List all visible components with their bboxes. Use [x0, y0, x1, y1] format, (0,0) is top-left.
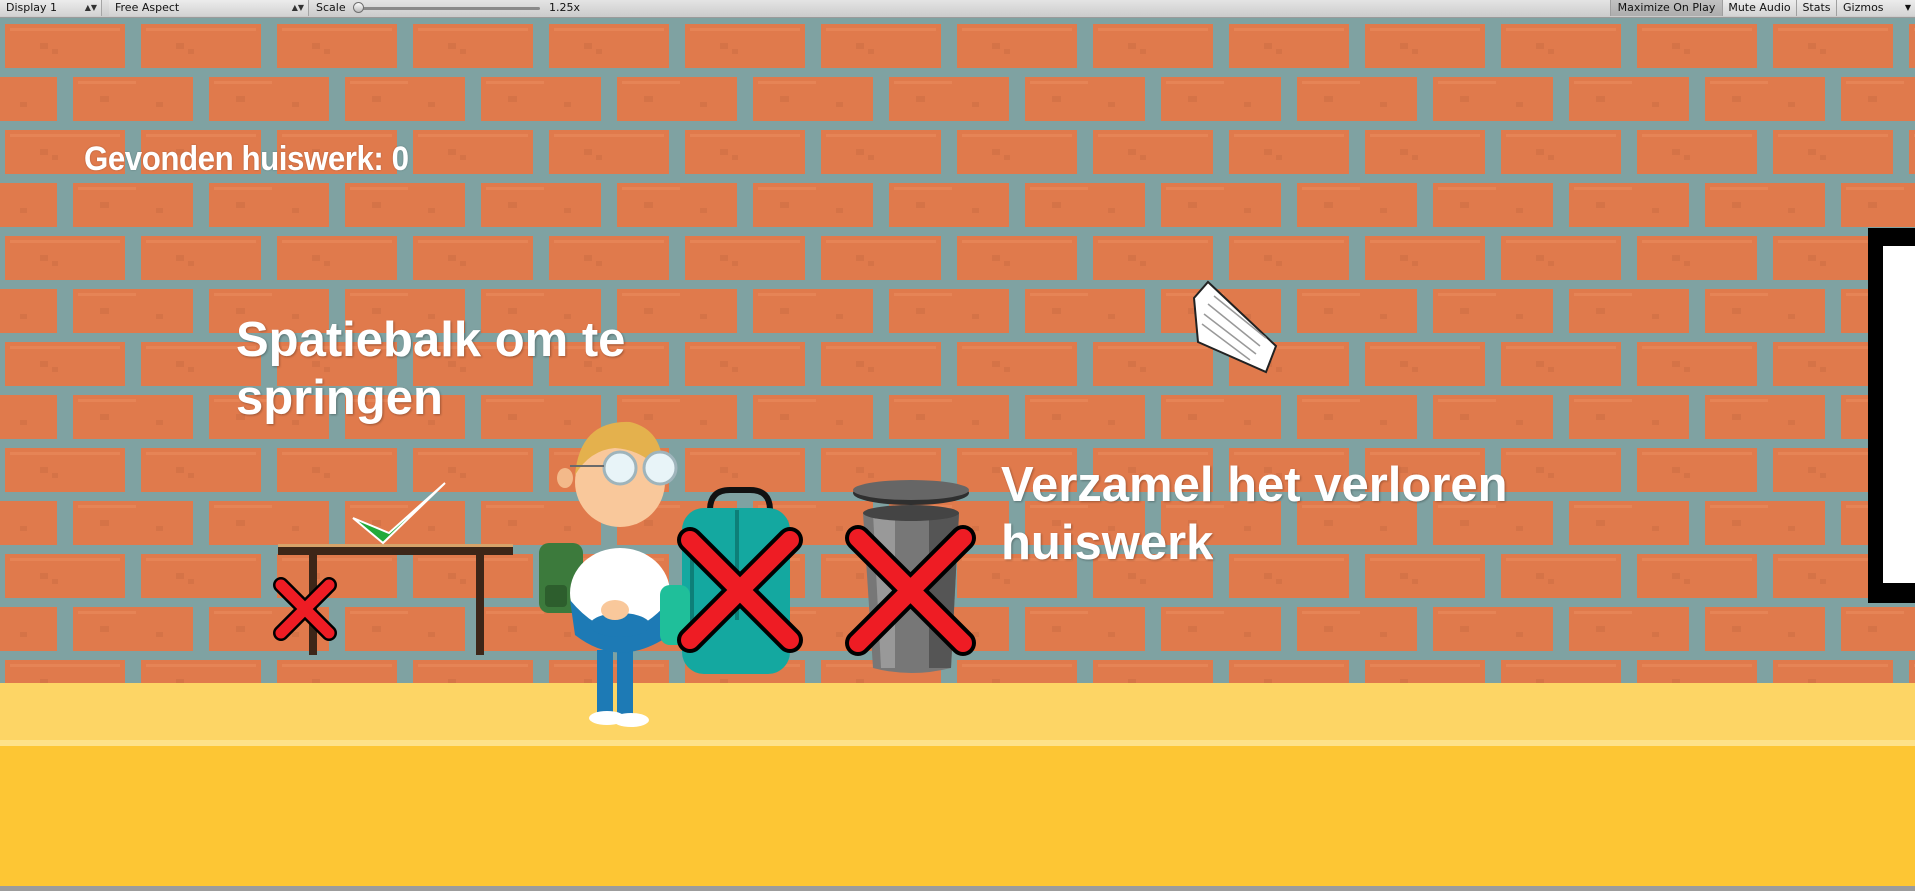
schoolbag-obstacle	[660, 487, 803, 674]
gizmos-dropdown[interactable]: Gizmos ▼	[1836, 0, 1915, 16]
floor-bottom	[0, 746, 1915, 886]
door-frame	[1868, 228, 1915, 603]
chevron-down-icon: ▼	[1904, 3, 1911, 12]
red-cross-icon	[273, 577, 337, 641]
dropdown-arrows-icon: ▲▼	[291, 3, 304, 12]
aspect-dropdown[interactable]: Free Aspect ▲▼	[109, 0, 309, 16]
aspect-dropdown-label: Free Aspect	[115, 1, 180, 14]
homework-paper-icon	[1192, 280, 1278, 374]
checkmark-icon	[352, 482, 446, 545]
score-text: Gevonden huiswerk: 0	[84, 140, 409, 178]
mute-audio-button[interactable]: Mute Audio	[1722, 0, 1796, 16]
display-dropdown-label: Display 1	[6, 1, 58, 14]
game-viewport[interactable]: Gevonden huiswerk: 0 Spatiebalk om te sp…	[0, 18, 1915, 886]
scale-slider-track[interactable]	[358, 7, 540, 10]
collect-hint-text: Verzamel het verloren huiswerk	[1001, 458, 1508, 570]
stats-button[interactable]: Stats	[1796, 0, 1836, 16]
display-dropdown[interactable]: Display 1 ▲▼	[0, 0, 102, 16]
scale-slider-thumb[interactable]	[353, 2, 364, 13]
scale-label: Scale	[316, 1, 346, 14]
floor-top	[0, 683, 1915, 743]
scale-value: 1.25x	[549, 1, 581, 14]
dropdown-arrows-icon: ▲▼	[84, 3, 97, 12]
table-sprite	[273, 482, 513, 655]
game-view-toolbar: Display 1 ▲▼ Free Aspect ▲▼ Scale 1.25x …	[0, 0, 1915, 18]
window-bottom-border	[0, 886, 1915, 891]
trashcan-obstacle	[845, 480, 976, 673]
maximize-on-play-button[interactable]: Maximize On Play	[1610, 0, 1722, 16]
table-top	[278, 546, 513, 555]
gizmos-label: Gizmos	[1843, 1, 1884, 14]
